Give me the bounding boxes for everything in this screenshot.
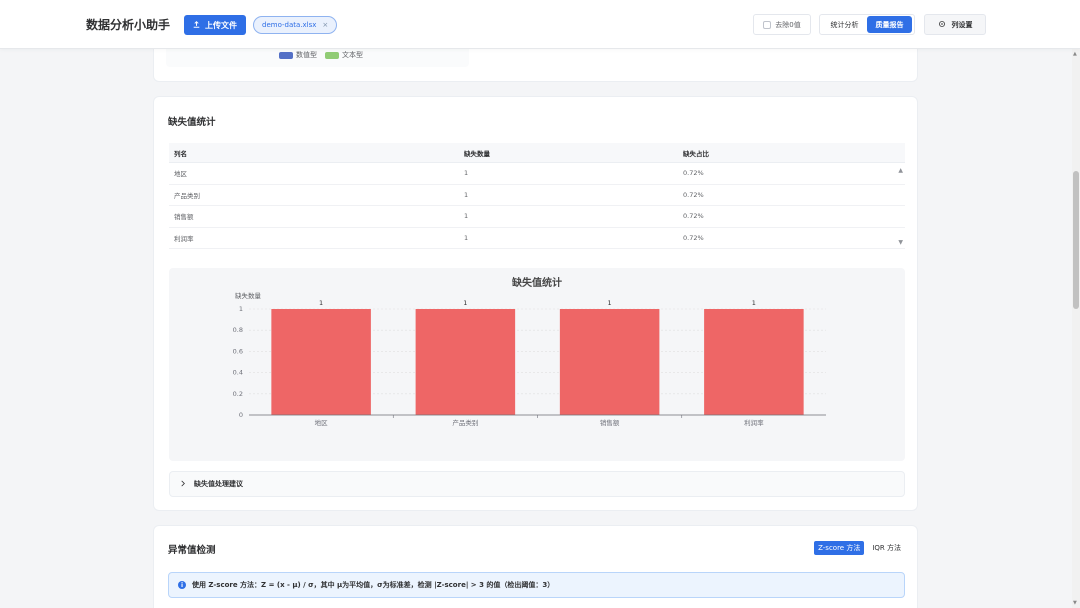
chevron-right-icon (180, 480, 186, 489)
legend-swatch (325, 51, 339, 59)
cell-column-name: 利润率 (174, 234, 194, 243)
file-tag: demo-data.xlsx × (253, 16, 338, 34)
column-settings-button[interactable]: 列设置 (924, 14, 986, 35)
upload-button[interactable]: 上传文件 (184, 15, 246, 35)
table-row: 产品类别 1 0.72% (169, 185, 905, 206)
tab-iqr-method[interactable]: IQR 方法 (868, 541, 905, 555)
cell-missing-ratio: 0.72% (683, 212, 704, 221)
cell-missing-count: 1 (464, 212, 469, 221)
chart-data-label: 1 (319, 299, 323, 307)
tab-statistics[interactable]: 统计分析 (822, 16, 867, 33)
missing-values-card: 缺失值统计 列名 缺失数量 缺失占比 地区 1 0.72% 产品类别 1 0.7… (153, 96, 918, 511)
page-scrollbar[interactable]: ▲ ▼ (1072, 49, 1080, 608)
table-row: 销售额 1 0.72% (169, 206, 905, 228)
outlier-method-tabs: Z-score 方法 IQR 方法 (814, 541, 905, 555)
view-switch: 统计分析 质量报告 (819, 14, 915, 35)
scroll-down-arrow-icon[interactable]: ▼ (1073, 600, 1077, 606)
remove-zero-label: 去除0值 (775, 20, 801, 29)
chart-data-label: 1 (752, 299, 756, 307)
chart-y-label: 缺失数量 (235, 291, 262, 300)
tab-quality-report[interactable]: 质量报告 (867, 16, 912, 33)
chart-title: 缺失值统计 (511, 276, 562, 289)
legend-swatch (279, 51, 293, 59)
table-row: 地区 1 0.72% (169, 163, 905, 185)
chart-x-tick-label: 产品类别 (452, 418, 478, 427)
cell-column-name: 地区 (174, 170, 187, 179)
cell-column-name: 产品类别 (174, 191, 200, 200)
table-scroll-up-icon[interactable]: ▲ (898, 167, 903, 174)
missing-chart: 缺失值统计 缺失数量 0 0.2 0.4 0.6 0.8 1 1 1 1 1 地区 产品类别 销售额… (169, 268, 905, 461)
chart-x-axis: 地区 产品类别 销售额 利润率 (249, 414, 826, 427)
chart-data-label: 1 (463, 299, 467, 307)
scroll-up-arrow-icon[interactable]: ▲ (1073, 51, 1077, 57)
cell-missing-count: 1 (464, 169, 469, 178)
chart-y-tick-label: 0 (239, 411, 243, 419)
remove-zero-checkbox[interactable]: 去除0值 (753, 14, 811, 35)
chart-y-tick-label: 0.8 (233, 326, 243, 334)
chart-y-tick-label: 0.6 (233, 347, 243, 355)
app-title: 数据分析小助手 (86, 18, 171, 32)
cell-column-name: 销售额 (174, 213, 194, 222)
column-settings-label: 列设置 (951, 20, 973, 29)
chart-y-tick-label: 1 (239, 305, 243, 313)
chart-y-tick-label: 0.4 (233, 369, 243, 377)
missing-suggestion-collapse[interactable]: 缺失值处理建议 (169, 471, 905, 497)
section-title: 异常值检测 (168, 545, 216, 556)
upload-label: 上传文件 (205, 20, 237, 30)
top-bar: 数据分析小助手 上传文件 demo-data.xlsx × 去除0值 统计分析 … (0, 0, 1080, 49)
header-missing-ratio: 缺失占比 (683, 149, 709, 158)
upload-icon (193, 20, 200, 30)
cell-missing-count: 1 (464, 190, 469, 199)
header-missing-count: 缺失数量 (464, 149, 490, 158)
tab-zscore-method[interactable]: Z-score 方法 (814, 541, 865, 555)
header-column-name: 列名 (174, 149, 187, 158)
missing-chart-svg: 缺失值统计 缺失数量 0 0.2 0.4 0.6 0.8 1 1 1 1 1 地区 产品类别 销售额… (233, 276, 826, 427)
cell-missing-ratio: 0.72% (683, 169, 704, 178)
chart-bar[interactable] (271, 309, 371, 415)
missing-suggestion-label: 缺失值处理建议 (194, 480, 243, 488)
section-title: 缺失值统计 (168, 117, 216, 128)
outlier-info-text: 使用 Z-score 方法：Z = (x - μ) / σ，其中 μ为平均值，σ… (192, 581, 555, 589)
table-scroll-down-icon[interactable]: ▼ (898, 239, 903, 246)
checkbox-icon (763, 20, 772, 29)
chart-y-tick-label: 0.2 (233, 390, 243, 398)
cell-missing-ratio: 0.72% (683, 190, 704, 199)
outlier-info-alert: i 使用 Z-score 方法：Z = (x - μ) / σ，其中 μ为平均值… (168, 572, 905, 598)
gear-icon (938, 20, 946, 30)
chart-x-tick-label: 利润率 (744, 418, 764, 427)
chart-bars: 1 1 1 1 (271, 299, 804, 415)
missing-table: 列名 缺失数量 缺失占比 地区 1 0.72% 产品类别 1 0.72% 销售额… (169, 143, 905, 249)
chart-x-tick-label: 销售额 (600, 418, 620, 427)
legend-item-numeric[interactable]: 数值型 (279, 50, 317, 60)
legend-item-text[interactable]: 文本型 (325, 50, 363, 60)
outlier-card: 异常值检测 Z-score 方法 IQR 方法 i 使用 Z-score 方法：… (153, 525, 918, 608)
scrollbar-thumb[interactable] (1073, 171, 1079, 309)
file-remove-icon[interactable]: × (322, 21, 328, 29)
chart-bar[interactable] (415, 309, 516, 415)
table-header: 列名 缺失数量 缺失占比 (169, 143, 905, 163)
cell-missing-ratio: 0.72% (683, 233, 704, 242)
chart-x-tick-label: 地区 (315, 418, 329, 427)
chart-bar[interactable] (559, 309, 660, 415)
table-row: 利润率 1 0.72% (169, 228, 905, 249)
info-icon: i (178, 581, 186, 589)
cell-missing-count: 1 (464, 233, 469, 242)
type-legend: 数值型 文本型 (279, 50, 363, 60)
file-name: demo-data.xlsx (262, 21, 317, 29)
chart-data-label: 1 (608, 299, 612, 307)
chart-bar[interactable] (704, 309, 804, 415)
